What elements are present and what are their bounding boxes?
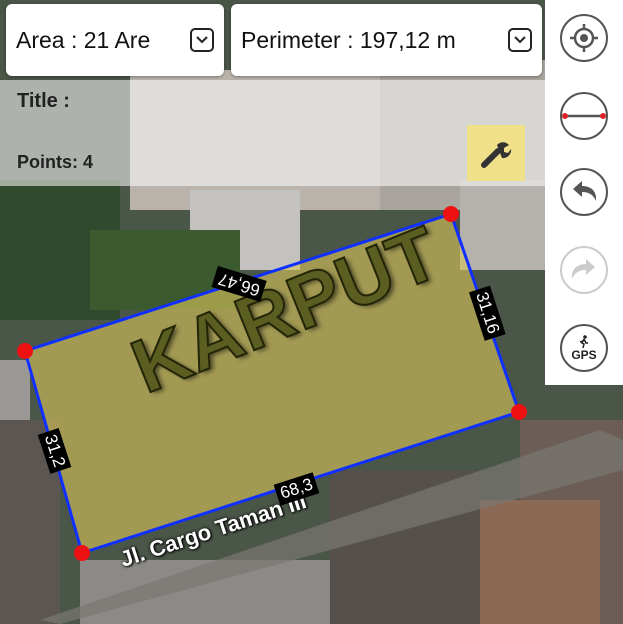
crosshair-icon — [570, 24, 598, 52]
area-label: Area : 21 Are — [16, 26, 151, 53]
undo-icon — [573, 181, 597, 201]
perimeter-card[interactable]: Perimeter : 197,12 m — [231, 4, 542, 76]
measure-line-button[interactable] — [560, 92, 608, 140]
undo-button[interactable] — [560, 168, 608, 216]
info-panel: Title : Points: 4 — [0, 80, 545, 186]
vertex-handle[interactable] — [74, 545, 90, 561]
gps-walk-icon — [579, 335, 588, 349]
area-card[interactable]: Area : 21 Are — [6, 4, 224, 76]
chevron-down-icon[interactable] — [508, 28, 532, 52]
perimeter-label: Perimeter : 197,12 m — [241, 26, 456, 53]
redo-icon — [571, 259, 595, 279]
gps-button[interactable]: GPS — [560, 324, 608, 372]
locate-button[interactable] — [560, 14, 608, 62]
vertex-handle[interactable] — [511, 404, 527, 420]
vertex-handle[interactable] — [17, 343, 33, 359]
title-label[interactable]: Title : — [17, 90, 70, 113]
chevron-down-icon[interactable] — [190, 28, 214, 52]
gps-label: GPS — [571, 348, 597, 362]
redo-button[interactable] — [560, 246, 608, 294]
line-segment-icon — [562, 113, 606, 119]
points-count: Points: 4 — [17, 152, 94, 172]
wrench-button[interactable] — [467, 125, 525, 181]
wrench-icon — [481, 142, 512, 168]
vertex-handle[interactable] — [443, 206, 459, 222]
map-toolbar: GPS — [545, 0, 623, 385]
